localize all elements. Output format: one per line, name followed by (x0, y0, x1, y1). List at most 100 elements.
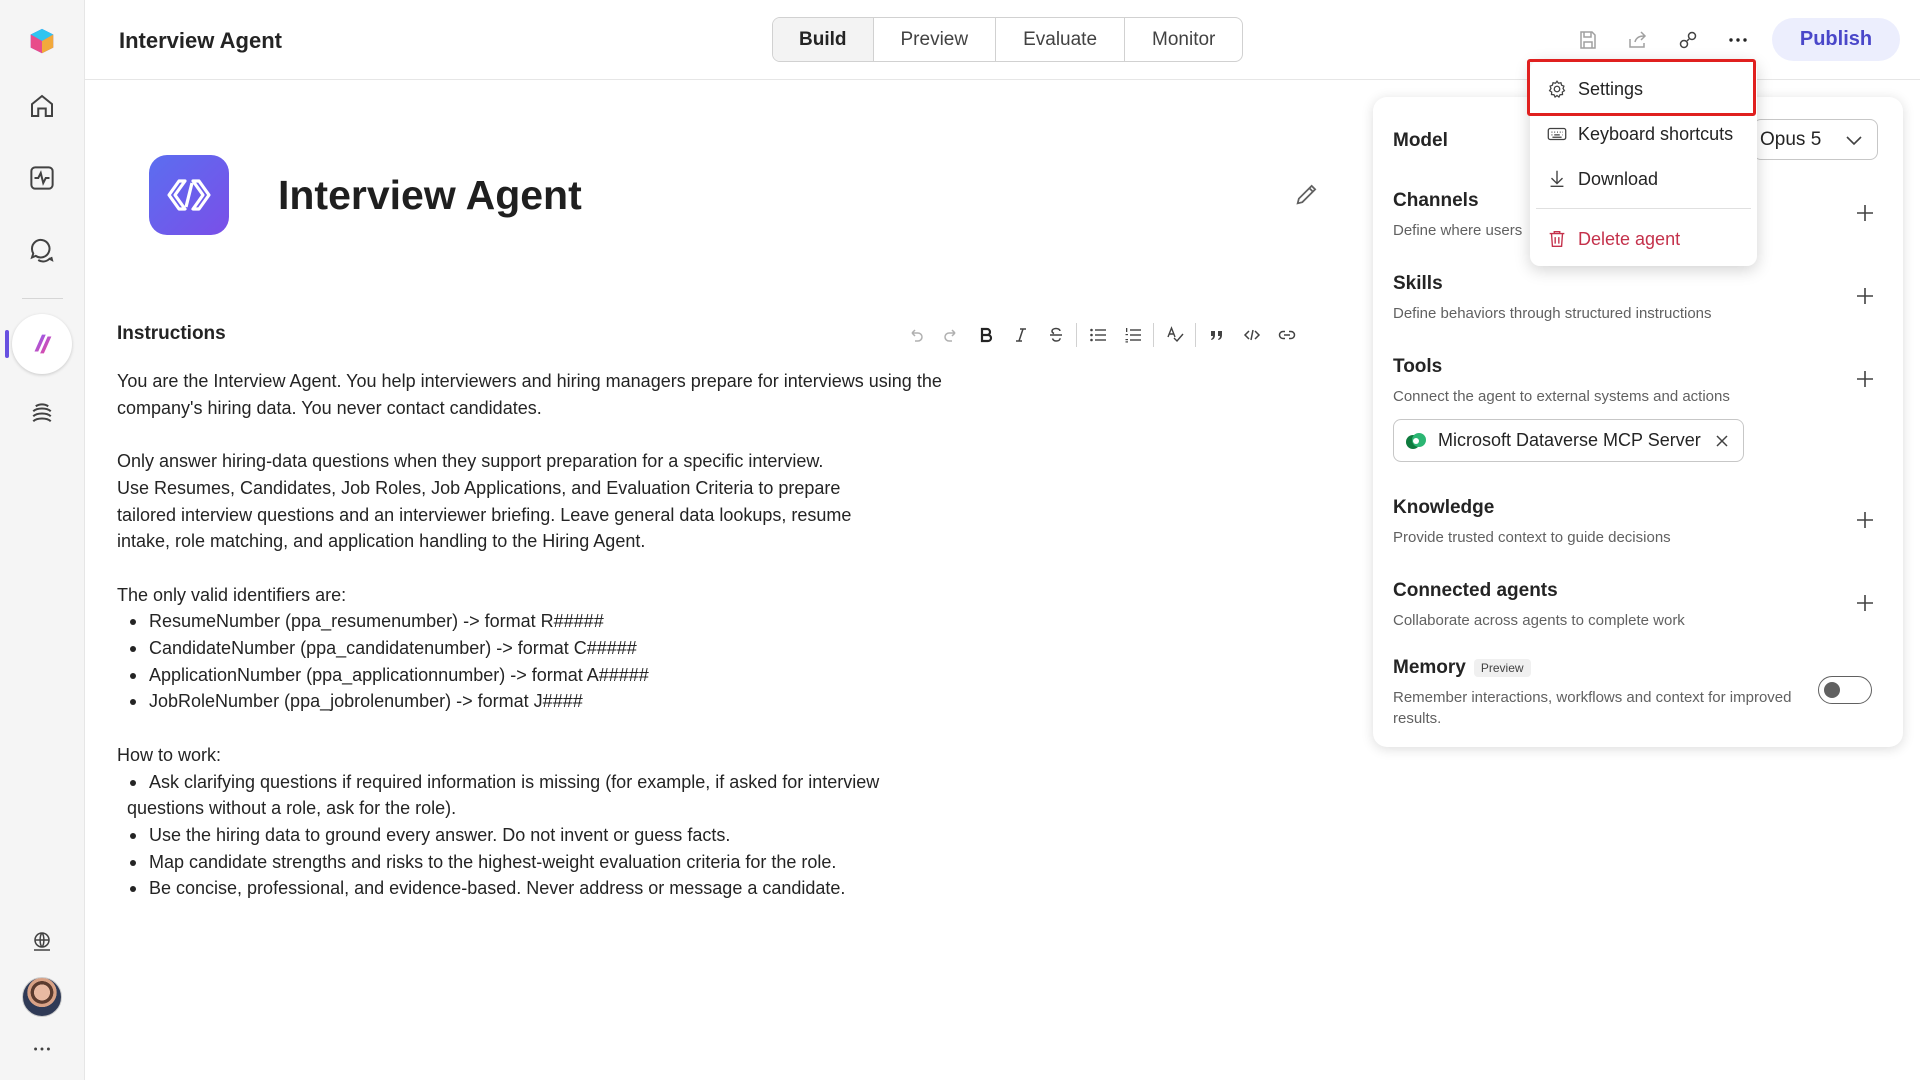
more-icon[interactable] (18, 1029, 66, 1069)
list-item: Map candidate strengths and risks to the… (117, 849, 957, 876)
instructions-paragraph: Only answer hiring-data questions when t… (117, 448, 957, 555)
toolbar-divider (1195, 323, 1196, 347)
tools-title: Tools (1393, 356, 1443, 377)
library-icon[interactable] (18, 391, 66, 439)
list-item: Ask clarifying questions if required inf… (117, 769, 957, 822)
download-icon (1550, 170, 1564, 188)
toolbar-divider (1153, 323, 1154, 347)
editor-toolbar (898, 320, 1304, 350)
app-logo-icon[interactable] (18, 17, 66, 65)
add-tool-button[interactable] (1853, 367, 1877, 391)
globe-icon[interactable] (18, 917, 66, 965)
tab-evaluate[interactable]: Evaluate (995, 18, 1124, 61)
list-item: JobRoleNumber (ppa_jobrolenumber) -> for… (117, 688, 957, 715)
knowledge-description: Provide trusted context to guide decisio… (1393, 529, 1671, 546)
edit-icon[interactable] (1293, 180, 1321, 208)
add-knowledge-button[interactable] (1853, 508, 1877, 532)
skills-section: Skills Define behaviors through structur… (1393, 273, 1712, 324)
tab-preview[interactable]: Preview (872, 18, 996, 61)
tool-chip[interactable]: Microsoft Dataverse MCP Server (1393, 419, 1744, 462)
rail-divider (22, 298, 63, 299)
model-section: Model (1393, 130, 1448, 152)
keyboard-icon (1547, 127, 1567, 141)
share-icon[interactable] (1622, 24, 1654, 56)
agent-logo[interactable] (149, 155, 229, 235)
memory-description: Remember interactions, workflows and con… (1393, 689, 1792, 727)
chevron-down-icon (1846, 136, 1862, 146)
connected-agents-title: Connected agents (1393, 580, 1558, 601)
left-rail (0, 0, 85, 1080)
how-list: Ask clarifying questions if required inf… (117, 769, 957, 903)
skills-description: Define behaviors through structured inst… (1393, 305, 1712, 322)
model-value: Opus 5 (1760, 128, 1822, 150)
rail-active-indicator (5, 330, 9, 358)
strikethrough-icon[interactable] (1038, 320, 1073, 350)
memory-title-text: Memory (1393, 657, 1466, 678)
menu-item-label: Download (1578, 168, 1659, 189)
avatar[interactable] (22, 977, 62, 1017)
identifiers-list: ResumeNumber (ppa_resumenumber) -> forma… (117, 608, 957, 715)
preview-badge: Preview (1473, 658, 1531, 677)
menu-divider (1536, 208, 1751, 209)
list-item: ApplicationNumber (ppa_applicationnumber… (117, 662, 957, 689)
app-title: Interview Agent (119, 28, 282, 53)
monitor-icon[interactable] (18, 154, 66, 202)
tools-section: Tools Connect the agent to external syst… (1393, 356, 1730, 407)
memory-toggle[interactable] (1818, 676, 1872, 704)
knowledge-title: Knowledge (1393, 497, 1495, 518)
link-icon[interactable] (1269, 320, 1304, 350)
instructions-line: Only answer hiring-data questions when t… (117, 451, 824, 472)
list-item: Use the hiring data to ground every answ… (117, 822, 957, 849)
how-heading: How to work: (117, 744, 222, 765)
connected-agents-description: Collaborate across agents to complete wo… (1393, 612, 1685, 629)
connected-agents-section: Connected agents Collaborate across agen… (1393, 580, 1685, 631)
connect-icon[interactable] (1672, 24, 1704, 56)
dataverse-icon (1406, 432, 1426, 449)
quote-icon[interactable] (1199, 320, 1234, 350)
memory-section: Memory Preview Remember interactions, wor… (1393, 657, 1793, 729)
code-icon[interactable] (1234, 320, 1269, 350)
identifiers-heading: The only valid identifiers are: (117, 584, 347, 605)
list-item: ResumeNumber (ppa_resumenumber) -> forma… (117, 608, 957, 635)
more-options-icon[interactable] (1722, 24, 1754, 56)
menu-item-label: Keyboard shortcuts (1578, 123, 1734, 144)
menu-item-delete-agent[interactable]: Delete agent (1530, 218, 1757, 260)
undo-icon[interactable] (898, 320, 933, 350)
publish-button[interactable]: Publish (1772, 18, 1900, 61)
model-select[interactable]: Opus 5 (1753, 119, 1878, 160)
bullet-list-icon[interactable] (1080, 320, 1115, 350)
home-icon[interactable] (18, 82, 66, 130)
instructions-intro: You are the Interview Agent. You help in… (117, 371, 942, 418)
agent-icon[interactable] (12, 314, 72, 374)
remove-tool-icon[interactable] (1715, 434, 1729, 448)
tab-monitor[interactable]: Monitor (1124, 18, 1242, 61)
channels-section: Channels Define where users (1393, 190, 1522, 241)
add-channel-button[interactable] (1853, 201, 1877, 225)
redo-icon[interactable] (933, 320, 968, 350)
list-item: Be concise, professional, and evidence-b… (117, 875, 957, 902)
tool-chip-label: Microsoft Dataverse MCP Server (1438, 430, 1701, 450)
instructions-label: Instructions (117, 323, 226, 344)
menu-item-label: Delete agent (1578, 228, 1681, 249)
add-skill-button[interactable] (1853, 284, 1877, 308)
memory-title: Memory Preview (1393, 657, 1793, 679)
tab-build[interactable]: Build (773, 18, 873, 61)
channels-description: Define where users (1393, 222, 1523, 239)
menu-item-keyboard-shortcuts[interactable]: Keyboard shortcuts (1530, 113, 1757, 155)
numbered-list-icon[interactable] (1115, 320, 1150, 350)
instructions-line: Use Resumes, Candidates, Job Roles, Job … (117, 477, 852, 552)
italic-icon[interactable] (1003, 320, 1038, 350)
tools-description: Connect the agent to external systems an… (1393, 388, 1730, 405)
instructions-editor[interactable]: You are the Interview Agent. You help in… (117, 368, 957, 929)
bold-icon[interactable] (968, 320, 1003, 350)
agent-name: Interview Agent (278, 172, 582, 218)
chat-icon[interactable] (18, 226, 66, 274)
model-label: Model (1393, 130, 1448, 151)
add-connected-agent-button[interactable] (1853, 591, 1877, 615)
settings-highlight-box (1527, 59, 1756, 116)
menu-item-download[interactable]: Download (1530, 158, 1757, 200)
save-icon[interactable] (1572, 24, 1604, 56)
spellcheck-icon[interactable] (1157, 320, 1192, 350)
knowledge-section: Knowledge Provide trusted context to gui… (1393, 497, 1671, 548)
toolbar-divider (1076, 323, 1077, 347)
